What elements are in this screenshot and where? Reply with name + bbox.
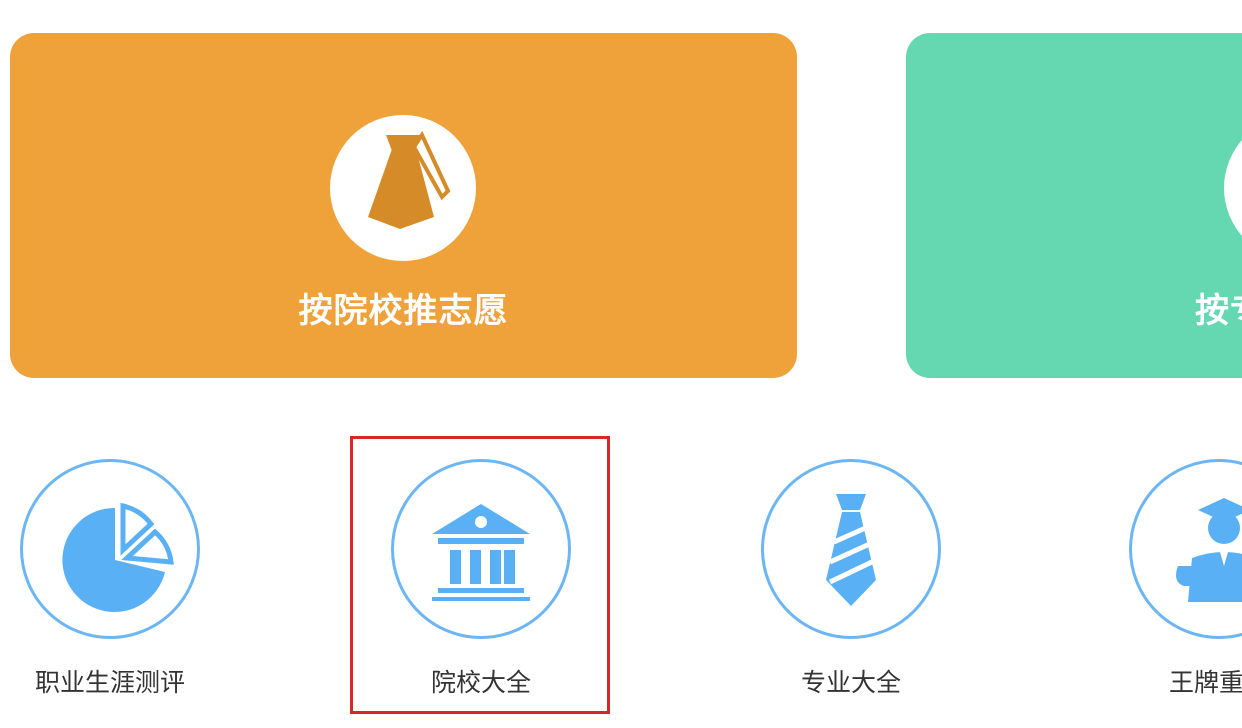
graduate-icon: [1176, 498, 1242, 602]
career-assessment-shortcut[interactable]: 职业生涯测评: [13, 455, 213, 705]
major-directory-shortcut[interactable]: 专业大全: [754, 455, 954, 705]
app-screen: 按院校推志愿 按专 职业生涯测评: [0, 0, 1242, 728]
school-directory-ring: [391, 459, 571, 639]
tie-icon: [330, 115, 476, 261]
key-majors-ring: [1129, 459, 1242, 639]
major-directory-ring: [761, 459, 941, 639]
circle-icon: [1224, 115, 1242, 261]
search-by-major-card[interactable]: 按专: [906, 33, 1242, 378]
career-assessment-label: 职业生涯测评: [34, 668, 185, 697]
key-majors-label: 王牌重点: [1168, 668, 1242, 697]
school-directory-shortcut[interactable]: 院校大全: [384, 455, 584, 705]
school-directory-label: 院校大全: [430, 668, 531, 697]
search-by-school-card[interactable]: 按院校推志愿: [10, 33, 797, 378]
search-by-school-label: 按院校推志愿: [298, 291, 509, 331]
search-by-major-label: 按专: [1195, 291, 1242, 331]
career-assessment-ring: [20, 459, 200, 639]
striped-tie-icon: [826, 494, 878, 606]
school-building-icon: [432, 504, 530, 601]
pie-chart-icon: [62, 502, 174, 612]
key-majors-shortcut[interactable]: 王牌重点: [1122, 455, 1242, 705]
major-directory-label: 专业大全: [800, 668, 901, 697]
